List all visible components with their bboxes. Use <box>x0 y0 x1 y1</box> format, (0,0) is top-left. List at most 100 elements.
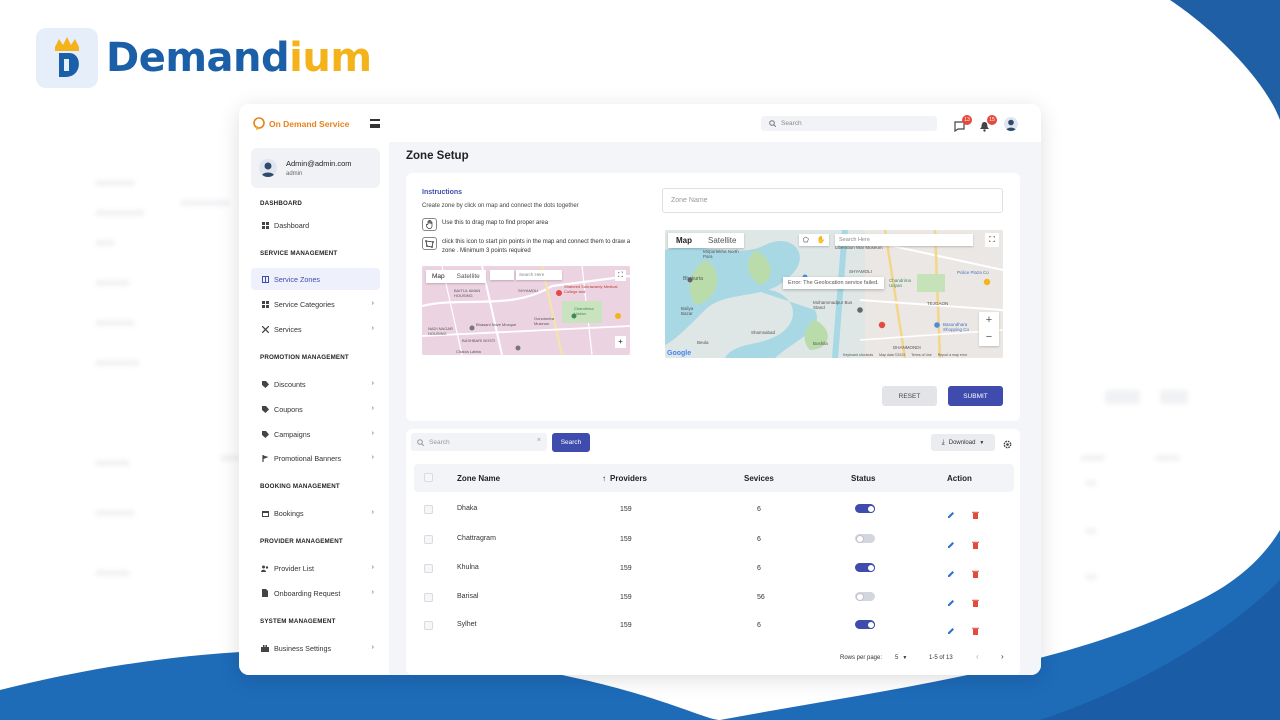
app-logo[interactable]: On Demand Service <box>253 117 349 131</box>
zone-map-draw-tools[interactable]: ⬠ ✋ <box>799 234 829 246</box>
mini-map-search[interactable]: Search Here <box>516 270 562 280</box>
status-toggle[interactable] <box>855 563 875 572</box>
row-checkbox[interactable] <box>424 564 433 573</box>
sidebar-item-label: Service Zones <box>274 274 320 284</box>
edit-icon[interactable] <box>947 506 955 518</box>
users-icon <box>261 564 269 572</box>
sidebar-item-label: Provider List <box>274 563 314 573</box>
brand-logo: Demandium <box>36 28 372 88</box>
table-search-button[interactable]: Search <box>552 433 590 452</box>
mini-map-tab-satellite[interactable]: Satellite <box>451 270 486 283</box>
status-toggle[interactable] <box>855 504 875 513</box>
sidebar-item-business-settings[interactable]: Business Settings › <box>251 637 380 659</box>
status-toggle[interactable] <box>855 592 875 601</box>
column-header-providers[interactable]: ↑ Providers <box>602 474 647 483</box>
mini-map-label: Chalda Labba <box>456 349 481 354</box>
map-attribution-item[interactable]: Keyboard shortcuts <box>843 353 873 357</box>
clear-icon[interactable]: × <box>537 437 541 444</box>
sidebar-item-label: Discounts <box>274 379 306 389</box>
row-checkbox[interactable] <box>424 593 433 602</box>
chat-icon[interactable]: 13 <box>954 115 972 133</box>
instructions-title: Instructions <box>422 189 463 196</box>
rows-per-page-select[interactable]: 5 ▼ <box>895 655 907 661</box>
reset-button[interactable]: RESET <box>882 386 937 406</box>
select-all-checkbox[interactable] <box>424 473 433 482</box>
notification-bell-icon[interactable]: 15 <box>979 115 997 132</box>
sidebar-item-dashboard[interactable]: Dashboard <box>251 214 380 236</box>
submit-button[interactable]: SUBMIT <box>948 386 1003 406</box>
hand-drag-icon[interactable]: ✋ <box>816 236 825 244</box>
delete-icon[interactable] <box>972 594 980 607</box>
sidebar-item-onboarding-request[interactable]: Onboarding Request › <box>251 582 380 604</box>
search-icon <box>417 438 424 446</box>
row-checkbox[interactable] <box>424 621 433 630</box>
prev-page-button[interactable]: ‹ <box>976 652 979 661</box>
edit-icon[interactable] <box>947 536 955 548</box>
zone-map-label: Basundhara Shopping Co <box>943 322 970 332</box>
map-attribution-item[interactable]: Report a map error <box>938 353 968 357</box>
mini-map-label: BAITUL AMAN HOUSING <box>454 288 481 298</box>
zone-name-input[interactable]: Zone Name <box>662 188 1003 213</box>
profile-card[interactable]: Admin@admin.com admin <box>251 148 380 188</box>
delete-icon[interactable] <box>972 565 980 578</box>
table-search-input[interactable]: Search × <box>411 433 547 451</box>
instruction-step-drag-text: Use this to drag map to find proper area <box>442 220 549 226</box>
menu-toggle-icon[interactable] <box>370 119 380 128</box>
zone-map[interactable]: Map Satellite ⬠ ✋ Search Here ⛶ Error: Th… <box>665 230 1003 358</box>
edit-icon[interactable] <box>947 594 955 606</box>
edit-icon[interactable] <box>947 565 955 577</box>
user-avatar[interactable] <box>1004 117 1018 131</box>
gear-icon[interactable] <box>1002 437 1013 449</box>
sidebar-item-bookings[interactable]: Bookings › <box>251 502 380 524</box>
status-toggle[interactable] <box>855 620 875 629</box>
sidebar-item-promotional-banners[interactable]: Promotional Banners › <box>251 447 380 469</box>
sidebar-item-label: Dashboard <box>274 220 310 230</box>
chevron-right-icon: › <box>371 644 374 651</box>
status-toggle[interactable] <box>855 534 875 543</box>
sidebar-item-provider-list[interactable]: Provider List › <box>251 557 380 579</box>
mini-map-draw-tools[interactable] <box>490 270 514 280</box>
instruction-step-draw: click this icon to start pin points in t… <box>422 237 642 255</box>
zone-map-label: Bhakurta <box>683 276 704 282</box>
chevron-right-icon: › <box>371 300 374 307</box>
zone-map-tab-satellite[interactable]: Satellite <box>700 233 744 248</box>
download-label: Download <box>948 439 976 446</box>
column-header-zone-name[interactable]: Zone Name <box>457 474 500 483</box>
mini-map-tab-map[interactable]: Map <box>426 270 451 283</box>
fullscreen-icon[interactable]: ⛶ <box>985 233 999 247</box>
cell-zone-name: Dhaka <box>457 505 478 512</box>
sidebar-item-services[interactable]: Services › <box>251 318 380 340</box>
sidebar-item-service-zones[interactable]: Service Zones <box>251 268 380 290</box>
sidebar-item-label: Service Categories <box>274 299 335 309</box>
delete-icon[interactable] <box>972 622 980 635</box>
download-button[interactable]: ⤓ Download ▼ <box>931 434 995 451</box>
tag-icon <box>261 380 269 388</box>
sidebar-item-coupons[interactable]: Coupons › <box>251 398 380 420</box>
delete-icon[interactable] <box>972 536 980 549</box>
mini-map-label: BASHBARI BOSTI <box>462 338 496 343</box>
map-attribution-item[interactable]: Terms of Use <box>911 353 932 357</box>
global-search-input[interactable]: Search <box>761 116 937 131</box>
table-row: Khulna 159 6 <box>414 555 1014 583</box>
polygon-draw-icon[interactable]: ⬠ <box>803 236 809 244</box>
row-checkbox[interactable] <box>424 505 433 514</box>
sidebar-item-service-categories[interactable]: Service Categories › <box>251 293 380 315</box>
zones-table-card: Search × Search ⤓ Download ▼ Zone Name ↑… <box>406 429 1020 675</box>
column-header-services[interactable]: Sevices <box>744 474 774 483</box>
edit-icon[interactable] <box>947 622 955 634</box>
chevron-right-icon: › <box>371 405 374 412</box>
google-logo: Google <box>667 350 692 357</box>
fullscreen-icon[interactable]: ⛶ <box>615 270 626 281</box>
next-page-button[interactable]: › <box>1001 652 1004 661</box>
pagination-range: 1-5 of 13 <box>929 655 953 661</box>
map-icon <box>261 275 269 283</box>
sidebar-item-campaigns[interactable]: Campaigns › <box>251 423 380 445</box>
delete-icon[interactable] <box>972 506 980 519</box>
sidebar-item-discounts[interactable]: Discounts › <box>251 373 380 395</box>
instruction-mini-map[interactable]: Map Satellite Search Here ⛶ + BAITUL AMA… <box>422 266 630 355</box>
cell-zone-name: Sylhet <box>457 621 477 628</box>
row-checkbox[interactable] <box>424 535 433 544</box>
zone-map-tab-map[interactable]: Map <box>668 233 700 248</box>
zoom-in-button[interactable]: + <box>615 336 626 348</box>
zone-map-label: TEJGAON <box>927 301 949 306</box>
